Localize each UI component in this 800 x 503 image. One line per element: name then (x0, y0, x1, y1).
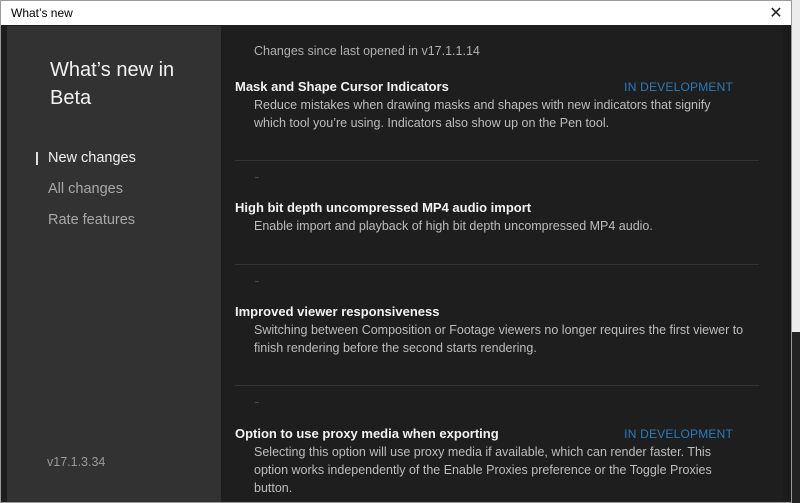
sidebar-item-all-changes[interactable]: All changes (7, 178, 221, 209)
feature-description: Switching between Composition or Footage… (254, 323, 744, 355)
divider-tick (255, 281, 259, 282)
feature-item: High bit depth uncompressed MP4 audio im… (235, 199, 761, 235)
window-title: What’s new (11, 6, 73, 20)
feature-item: Improved viewer responsiveness Switching… (235, 303, 761, 357)
divider (235, 385, 759, 386)
sidebar: What’s new in Beta New changes All chang… (7, 26, 221, 502)
sidebar-item-rate-features[interactable]: Rate features (7, 209, 221, 240)
sidebar-item-label: Rate features (48, 212, 136, 228)
feature-title: High bit depth uncompressed MP4 audio im… (235, 200, 532, 215)
whats-new-dialog: What’s new ✕ What’s new in Beta New chan… (0, 0, 792, 503)
close-icon[interactable]: ✕ (761, 1, 791, 25)
feature-item: Mask and Shape Cursor Indicators IN DEVE… (235, 78, 761, 132)
sidebar-item-label: New changes (48, 150, 136, 166)
sidebar-item-label: All changes (48, 181, 123, 197)
divider-tick (255, 177, 259, 178)
sidebar-heading: What’s new in Beta (50, 59, 175, 109)
version-label: v17.1.3.34 (47, 455, 106, 469)
title-bar: What’s new ✕ (1, 1, 791, 25)
since-label: Changes since last opened in v17.1.1.14 (254, 44, 480, 58)
feature-item: Option to use proxy media when exporting… (235, 425, 761, 497)
divider-tick (255, 402, 259, 403)
status-badge: IN DEVELOPMENT (624, 80, 733, 94)
divider (235, 160, 759, 161)
changes-list: Changes since last opened in v17.1.1.14 … (221, 26, 783, 502)
sidebar-item-new-changes[interactable]: New changes (7, 147, 221, 178)
divider (235, 264, 759, 265)
feature-description: Reduce mistakes when drawing masks and s… (254, 98, 711, 130)
sidebar-nav: New changes All changes Rate features (7, 147, 221, 240)
scrollbar[interactable] (783, 26, 791, 502)
feature-description: Selecting this option will use proxy med… (254, 445, 712, 495)
feature-description: Enable import and playback of high bit d… (254, 219, 653, 233)
status-badge: IN DEVELOPMENT (624, 427, 733, 441)
feature-title: Improved viewer responsiveness (235, 304, 440, 319)
